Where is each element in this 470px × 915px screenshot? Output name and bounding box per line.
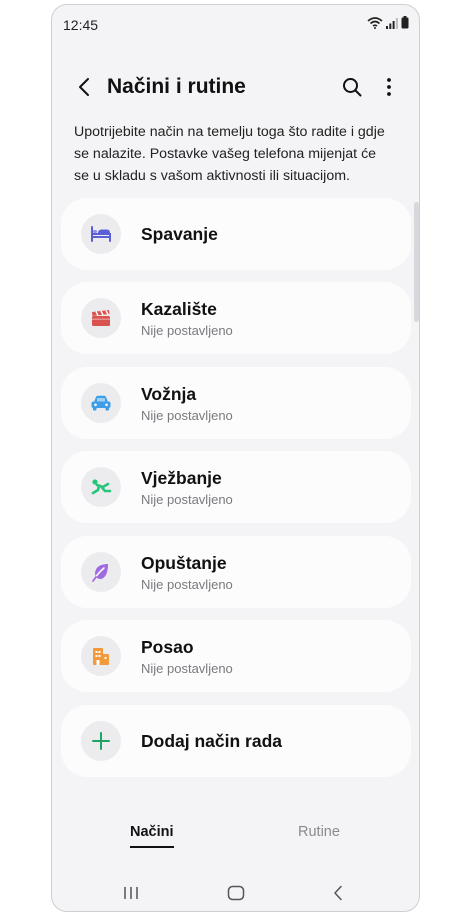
mode-card-opustanje[interactable]: Opuštanje Nije postavljeno [61, 536, 411, 608]
mode-card-vjezbanje[interactable]: Vježbanje Nije postavljeno [61, 451, 411, 523]
signal-icon [386, 16, 398, 34]
clapperboard-icon [92, 310, 110, 326]
car-icon [91, 395, 111, 411]
tab-rutine[interactable]: Rutine [298, 824, 340, 840]
mode-status: Nije postavljeno [141, 577, 233, 592]
mode-icon-circle [81, 298, 121, 338]
mode-name: Spavanje [141, 224, 218, 244]
home-icon [227, 885, 245, 901]
active-tab-indicator [130, 846, 174, 848]
mode-name: Vježbanje [141, 468, 222, 488]
battery-icon [401, 16, 409, 34]
mode-name: Kazalište [141, 299, 217, 319]
bottom-tabs: Načini Rutine [52, 820, 419, 860]
mode-icon-circle [81, 467, 121, 507]
tab-nacini[interactable]: Načini [130, 824, 174, 848]
leaf-icon [92, 564, 108, 582]
back-button[interactable] [72, 75, 96, 99]
mode-icon-circle [81, 214, 121, 254]
mode-card-kazaliste[interactable]: Kazalište Nije postavljeno [61, 282, 411, 354]
mode-card-voznja[interactable]: Vožnja Nije postavljeno [61, 367, 411, 439]
system-nav-bar [52, 871, 419, 911]
app-bar: Načini i rutine [52, 65, 419, 109]
more-vert-icon [387, 78, 391, 96]
nav-back-icon [334, 885, 342, 901]
search-button[interactable] [340, 75, 364, 99]
status-icons [367, 16, 409, 34]
mode-name: Vožnja [141, 384, 197, 404]
nav-back-button[interactable] [326, 881, 350, 905]
scrollbar[interactable] [414, 202, 419, 322]
mode-status: Nije postavljeno [141, 408, 233, 423]
recent-apps-button[interactable] [119, 881, 143, 905]
mode-status: Nije postavljeno [141, 492, 233, 507]
bed-icon [91, 226, 111, 242]
building-icon [93, 648, 109, 665]
mode-icon-circle [81, 383, 121, 423]
tab-label: Rutine [298, 824, 340, 840]
description-text: Upotrijebite način na temelju toga što r… [74, 124, 385, 184]
page-title: Načini i rutine [107, 75, 246, 98]
back-arrow-icon [79, 78, 89, 96]
mode-name: Opuštanje [141, 553, 227, 573]
home-button[interactable] [224, 881, 248, 905]
phone-screen: 12:45 Načini i rutine Upotrijebite način… [51, 4, 420, 912]
mode-card-posao[interactable]: Posao Nije postavljeno [61, 620, 411, 692]
add-mode-label: Dodaj način rada [141, 731, 283, 751]
search-icon [343, 78, 362, 97]
exercise-icon [91, 479, 112, 495]
mode-card-spavanje[interactable]: Spavanje [61, 198, 411, 270]
status-time: 12:45 [63, 17, 99, 33]
plus-icon [92, 732, 110, 750]
mode-icon-circle [81, 636, 121, 676]
mode-icon-circle [81, 552, 121, 592]
mode-status: Nije postavljeno [141, 323, 233, 338]
tab-label: Načini [130, 824, 174, 840]
status-bar: 12:45 [52, 5, 419, 45]
wifi-icon [367, 16, 383, 34]
mode-icon-circle [81, 721, 121, 761]
more-options-button[interactable] [377, 75, 401, 99]
mode-name: Posao [141, 637, 194, 657]
mode-status: Nije postavljeno [141, 661, 233, 676]
add-mode-button[interactable]: Dodaj način rada [61, 705, 411, 777]
recents-icon [124, 887, 138, 899]
